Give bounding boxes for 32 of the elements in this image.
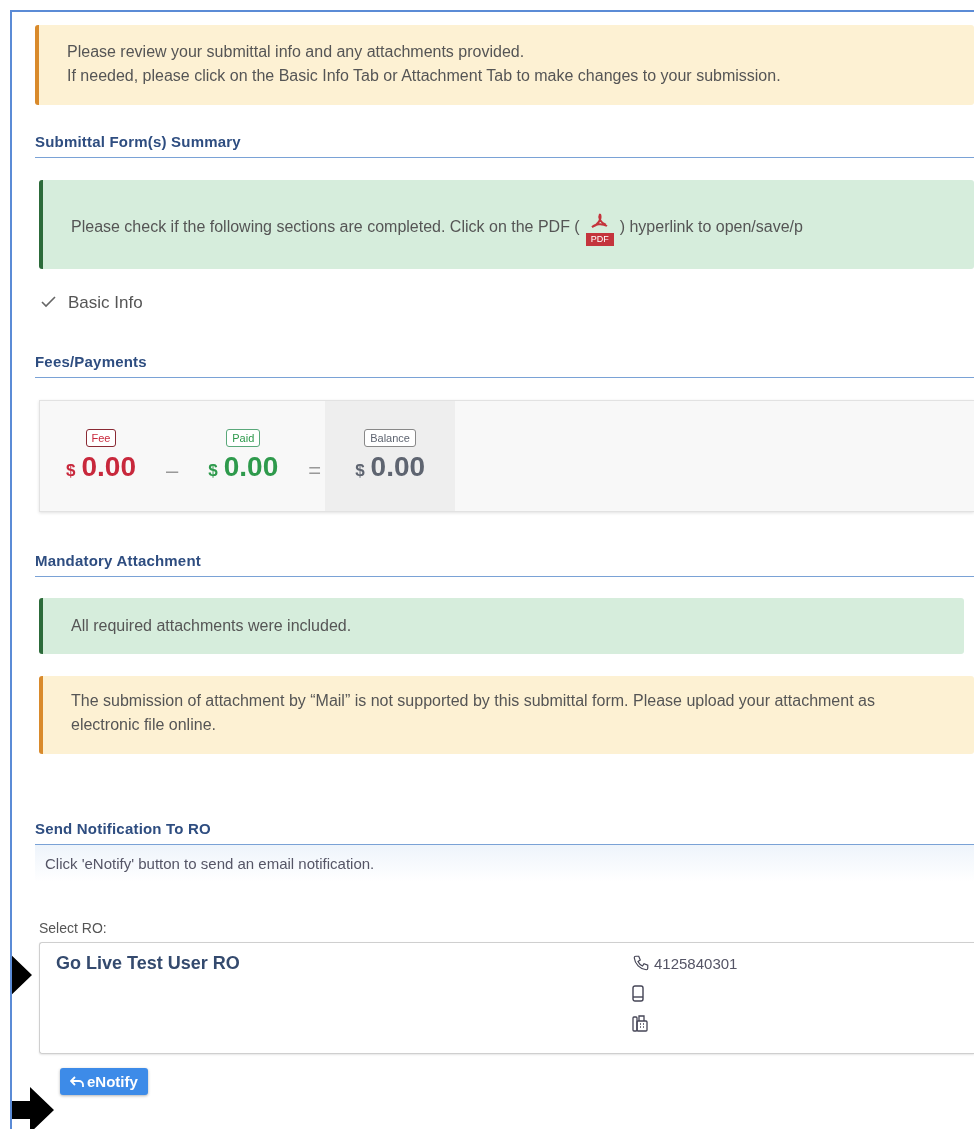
notice-text: All required attachments were included. <box>71 616 353 636</box>
section-title: Submittal Form(s) Summary <box>35 133 241 150</box>
amount-label: Balance <box>364 429 416 447</box>
currency-sign: $ <box>355 461 365 481</box>
phone-number: 4125840301 <box>654 954 738 972</box>
pdf-label: PDF <box>585 233 614 246</box>
notice-text: ) hyperlink to open/save/p <box>619 216 803 237</box>
amount-value: 0.00 <box>81 451 136 483</box>
section-title: Mandatory Attachment <box>35 552 201 569</box>
operator-sign: – <box>165 458 180 484</box>
operator-sign: = <box>307 458 323 484</box>
notice-text: Please review your submittal info and any attachments provided. <box>67 42 526 62</box>
arrow-icon <box>12 1087 54 1129</box>
fax-icon <box>632 1014 648 1032</box>
currency-sign: $ <box>208 461 218 481</box>
amount-label: Fee <box>85 429 117 447</box>
notice-text: If needed, please click on the Basic Info Tab or Attachment Tab to make changes to your submission. <box>67 66 782 86</box>
section-title: Send Notification To RO <box>35 820 211 837</box>
notice-text: Please check if the following sections are completed. Click on the PDF ( <box>71 216 580 237</box>
amount-value: 0.00 <box>370 451 426 483</box>
notice-text: The submission of attachment by “Mail” is not supported by this submittal form. Please upload your attachment as electronic file online. <box>71 691 876 735</box>
amount-label: Paid <box>226 429 261 447</box>
phone-icon <box>632 954 650 972</box>
ro-card[interactable]: Go Live Test User RO 4125840301 <box>39 942 974 1054</box>
field-label: Select RO: <box>39 920 108 936</box>
reply-icon <box>70 1075 84 1088</box>
section-item: Basic Info <box>68 293 143 313</box>
currency-sign: $ <box>66 461 76 481</box>
ro-name: Go Live Test User RO <box>56 953 241 975</box>
amount-value: 0.00 <box>223 451 279 483</box>
section-title: Fees/Payments <box>35 353 147 370</box>
mobile-phone-icon <box>632 984 644 1002</box>
